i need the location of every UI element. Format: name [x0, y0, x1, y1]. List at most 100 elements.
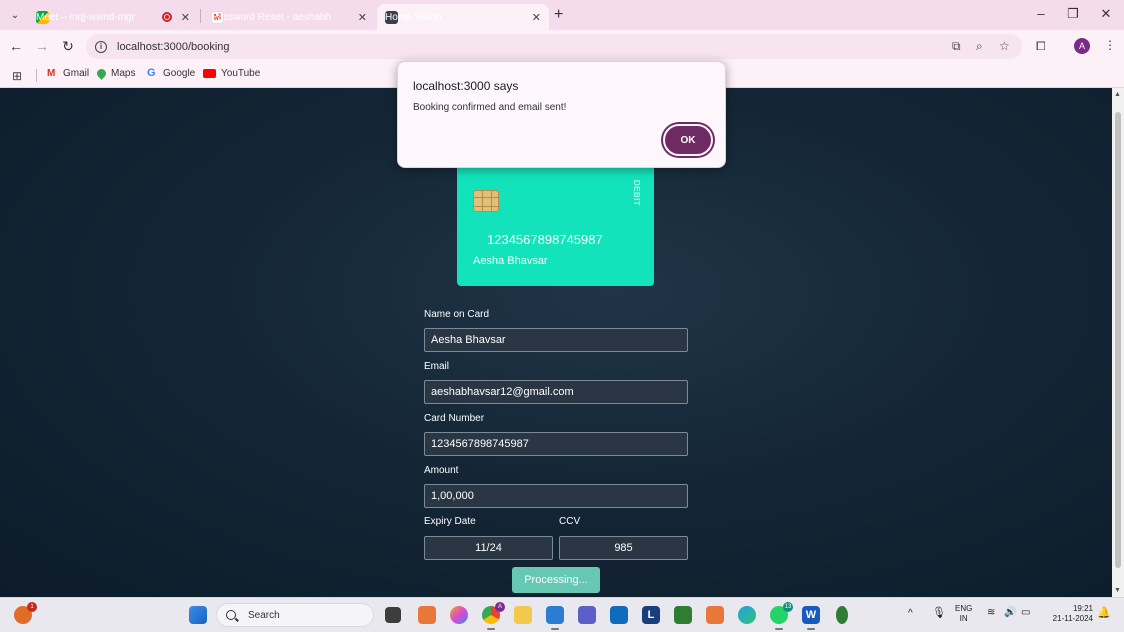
forward-arrow-icon[interactable]: →	[33, 38, 51, 54]
notification-badge: 1	[27, 602, 37, 612]
dialog-message: Booking confirmed and email sent!	[413, 102, 567, 113]
reload-icon[interactable]: ↻	[59, 38, 77, 55]
clock-date: 21-11-2024	[1052, 614, 1093, 623]
tab-title: Meet – mqj-wwnd-mgr	[36, 11, 135, 23]
bookmark-maps[interactable]: Maps	[95, 67, 136, 80]
language-indicator[interactable]: ENG IN	[955, 604, 972, 624]
card-holder-display: Aesha Bhavsar	[473, 255, 548, 267]
whatsapp-icon[interactable]: 13	[770, 602, 793, 624]
clock[interactable]: 19:21 21-11-2024	[1045, 604, 1093, 624]
card-number-input[interactable]	[424, 432, 688, 456]
word-icon[interactable]: W	[802, 606, 820, 624]
close-icon[interactable]: ✕	[358, 11, 367, 24]
vscode-icon[interactable]	[546, 606, 564, 624]
volume-icon[interactable]: 🔊	[1004, 608, 1016, 618]
language-line1: ENG	[955, 604, 973, 613]
copilot-icon[interactable]	[450, 606, 468, 624]
back-arrow-icon[interactable]: ←	[7, 38, 25, 54]
zoom-icon[interactable]: ⌕	[976, 39, 983, 54]
name-on-card-label: Name on Card	[424, 309, 490, 320]
app-orange-icon[interactable]	[418, 606, 436, 624]
bookmark-youtube[interactable]: YouTube	[203, 68, 260, 79]
card-chip-icon	[473, 190, 499, 212]
bookmark-label: Maps	[111, 68, 136, 79]
install-app-icon[interactable]: ⧉	[952, 39, 961, 54]
close-icon[interactable]: ✕	[532, 11, 541, 24]
alert-dialog: localhost:3000 says Booking confirmed an…	[397, 61, 726, 168]
whatsapp-badge: 13	[783, 602, 793, 612]
clock-time: 19:21	[1072, 604, 1093, 613]
amount-input[interactable]	[424, 484, 688, 508]
bookmark-label: YouTube	[221, 68, 261, 79]
bookmark-gmail[interactable]: M Gmail	[47, 68, 89, 79]
name-on-card-input[interactable]	[424, 328, 688, 352]
tab-password-reset[interactable]: M Password Reset - aeshabhavsar ✕	[203, 4, 375, 30]
page-scrollbar[interactable]: ▲ ▼	[1112, 88, 1124, 597]
expiry-date-label: Expiry Date	[424, 516, 476, 527]
amount-label: Amount	[424, 465, 459, 476]
email-label: Email	[424, 361, 450, 372]
card-type-label: DEBIT	[632, 180, 641, 207]
youtube-icon	[203, 69, 216, 78]
windows-start-icon[interactable]	[189, 606, 207, 624]
edge-icon[interactable]	[738, 606, 756, 624]
taskbar-search-box[interactable]: Search	[216, 603, 374, 627]
l-app-icon[interactable]: L	[642, 606, 660, 624]
tab-home-vision[interactable]: Home Vision ✕	[377, 4, 549, 30]
windows-taskbar: 1 Search A L 13 W ^ 🎙 ENG IN ≋ 🔊 ▭ 19:21…	[0, 597, 1124, 632]
outlook-icon[interactable]	[610, 606, 628, 624]
vscode-active-indicator	[551, 628, 559, 630]
microphone-icon[interactable]: 🎙	[932, 608, 946, 619]
language-line2: IN	[959, 614, 968, 623]
teams-icon[interactable]	[578, 606, 596, 624]
bookmark-label: Gmail	[63, 68, 90, 79]
puzzle-app-icon[interactable]	[674, 606, 692, 624]
tab-meet[interactable]: Meet – mqj-wwnd-mgr ✕	[28, 4, 198, 30]
close-icon[interactable]: ✕	[181, 11, 190, 24]
bookmark-google[interactable]: G Google	[147, 68, 196, 80]
card-number-display: 1234567898745987	[487, 232, 603, 247]
tab-search-chevron-icon[interactable]: ⌄	[6, 6, 24, 24]
chrome-profile-badge: A	[495, 602, 505, 612]
mongodb-leaf-icon[interactable]	[836, 606, 848, 624]
search-icon	[226, 610, 236, 620]
gmail-icon: M	[47, 68, 56, 79]
file-explorer-icon[interactable]	[514, 606, 532, 624]
dialog-title: localhost:3000 says	[413, 79, 519, 93]
notifications-bell-icon[interactable]: 🔔	[1097, 608, 1111, 619]
window-close-icon[interactable]: ✕	[1096, 6, 1116, 22]
weather-widget-icon[interactable]: 1	[14, 602, 37, 624]
battery-icon[interactable]: ▭	[1021, 608, 1030, 618]
bookmark-label: Google	[163, 68, 196, 79]
site-info-icon[interactable]: i	[95, 40, 107, 53]
expiry-date-input[interactable]	[424, 536, 553, 560]
chrome-icon[interactable]: A	[482, 602, 505, 624]
profile-avatar[interactable]: A	[1074, 38, 1090, 54]
app-orange-2-icon[interactable]	[706, 606, 724, 624]
minimize-icon[interactable]: –	[1031, 6, 1051, 21]
show-hidden-icons-chevron-icon[interactable]: ^	[908, 609, 913, 619]
tab-strip: ⌄ Meet – mqj-wwnd-mgr ✕ M Password Reset…	[0, 0, 1124, 30]
bookmark-star-icon[interactable]: ☆	[999, 39, 1010, 53]
recording-icon	[162, 12, 172, 22]
apps-grid-icon[interactable]: ⊞	[12, 69, 22, 83]
ccv-input[interactable]	[559, 536, 688, 560]
email-input[interactable]	[424, 380, 688, 404]
more-menu-icon[interactable]: ⋮	[1104, 38, 1116, 52]
wifi-icon[interactable]: ≋	[987, 608, 995, 618]
scrollbar-thumb[interactable]	[1115, 112, 1121, 568]
browser-toolbar: ← → ↻ i localhost:3000/booking ⧉ ⌕ ☆ ⧠ A…	[0, 30, 1124, 63]
word-active-indicator	[807, 628, 815, 630]
maps-pin-icon	[95, 67, 108, 80]
scroll-up-icon[interactable]: ▲	[1114, 91, 1121, 98]
scroll-down-icon[interactable]: ▼	[1114, 587, 1121, 594]
address-bar[interactable]: i localhost:3000/booking	[86, 34, 1022, 59]
extensions-puzzle-icon[interactable]: ⧠	[1036, 39, 1046, 54]
processing-submit-button[interactable]: Processing...	[512, 567, 600, 593]
task-view-icon[interactable]	[385, 607, 401, 623]
card-number-label: Card Number	[424, 413, 485, 424]
new-tab-plus-icon[interactable]: +	[554, 6, 563, 24]
dialog-ok-button[interactable]: OK	[663, 124, 713, 156]
restore-icon[interactable]: ❐	[1063, 6, 1083, 22]
taskbar-search-placeholder: Search	[248, 609, 280, 621]
